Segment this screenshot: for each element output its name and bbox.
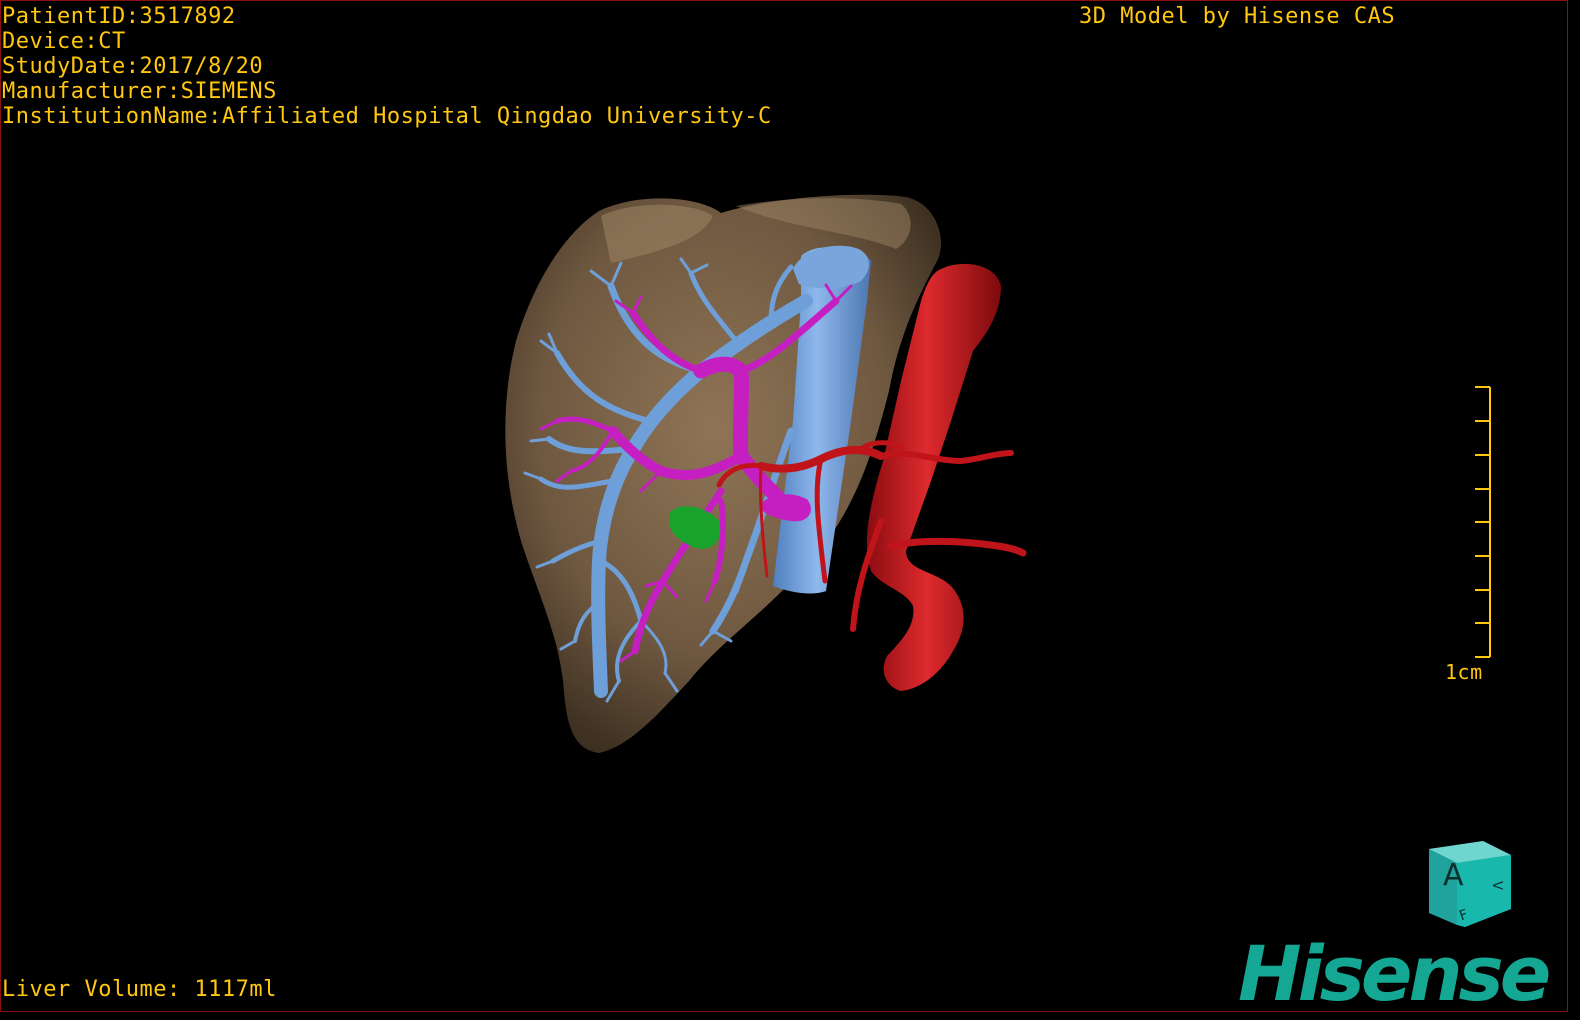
- manufacturer-text: Manufacturer:SIEMENS: [2, 79, 277, 104]
- liver-surface: [505, 194, 942, 754]
- liver-3d-model[interactable]: [1, 1, 1567, 1011]
- study-date-text: StudyDate:2017/8/20: [2, 54, 264, 79]
- cube-front-letter: A: [1443, 858, 1464, 893]
- hisense-logo: Hisense: [1238, 929, 1551, 1012]
- model-credit-text: 3D Model by Hisense CAS: [1079, 4, 1396, 29]
- patient-id-text: PatientID:3517892: [2, 4, 236, 29]
- institution-text: InstitutionName:Affiliated Hospital Qing…: [2, 104, 772, 129]
- scale-bar: [1475, 386, 1491, 658]
- liver-volume-text: Liver Volume: 1117ml: [2, 977, 277, 1002]
- 3d-viewport[interactable]: PatientID:3517892 Device:CT StudyDate:2017…: [0, 0, 1568, 1012]
- scale-bar-label: 1cm: [1445, 660, 1483, 684]
- device-text: Device:CT: [2, 29, 126, 54]
- cube-side-letter: V: [1489, 881, 1504, 890]
- orientation-cube-icon[interactable]: A V F: [1421, 839, 1517, 931]
- dicom-info-overlay: PatientID:3517892 Device:CT StudyDate:2017…: [2, 4, 772, 129]
